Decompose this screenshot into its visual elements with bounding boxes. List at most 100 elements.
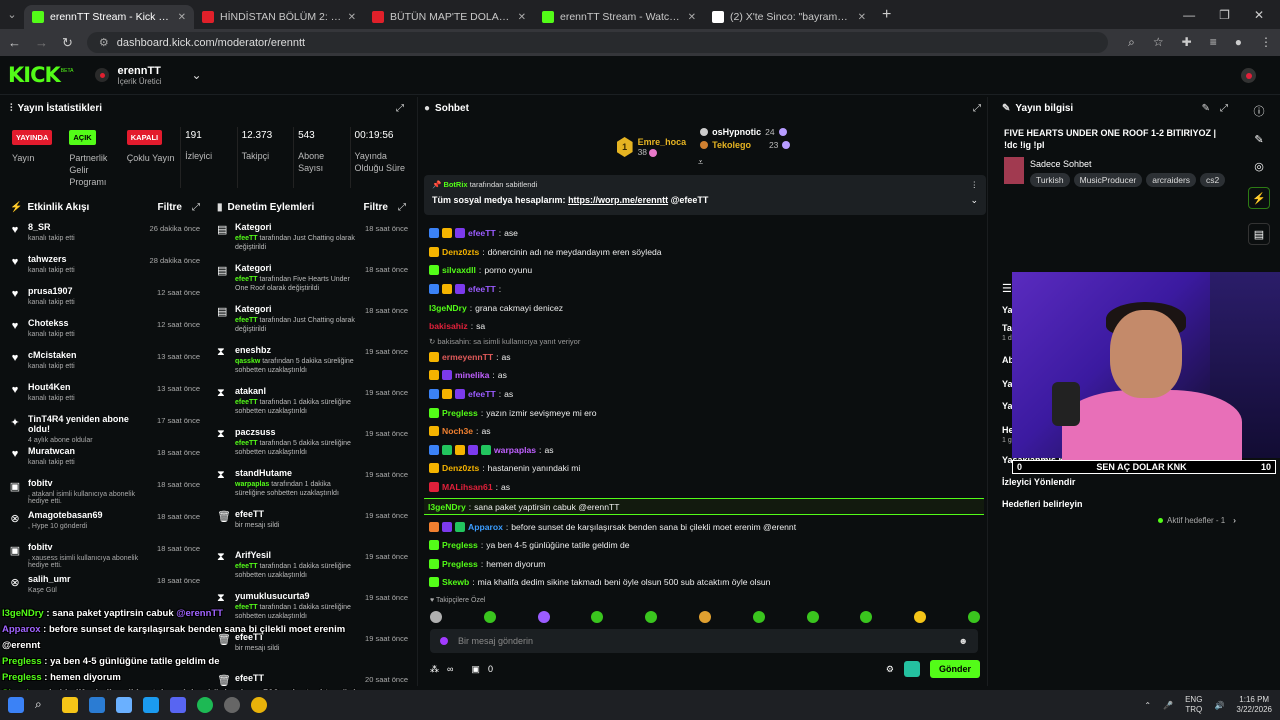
browser-menu-icon[interactable]: ⋮ xyxy=(1260,35,1272,50)
chat-message[interactable]: Noch3e: as xyxy=(424,422,984,441)
activity-item[interactable]: ▣ fobitv , atakanl isimli kullanıcıya abon… xyxy=(4,474,206,506)
chat-message[interactable]: efeeTT: xyxy=(424,280,984,299)
activity-item[interactable]: ♥ Hout4Ken kanalı takip etti 13 saat önce xyxy=(4,378,206,410)
chat-username[interactable]: Noch3e xyxy=(442,426,473,436)
moderation-item[interactable]: ⧗ ArifYesil efeeTT tarafından 1 dakika sür… xyxy=(211,546,412,587)
collapse-chevron-icon[interactable]: ⩡ xyxy=(698,157,703,168)
moderation-item[interactable]: ▤ Kategori efeeTT tarafından Just Chatting… xyxy=(211,300,412,341)
chat-message[interactable]: minelika: as xyxy=(424,366,984,385)
back-icon[interactable]: ← xyxy=(8,35,21,50)
activity-filter-button[interactable]: Filtre xyxy=(158,202,182,213)
chat-message[interactable]: Denz0zts: dönercinin adı ne meydandayım e… xyxy=(424,243,984,262)
activity-item[interactable]: ⊗ Amagotebasan69 , Hype 10 gönderdi 18 saat… xyxy=(4,506,206,538)
chat-message[interactable]: Apparox: before sunset de karşılaşırsak b… xyxy=(424,517,984,536)
expand-icon[interactable]: ⤢ xyxy=(398,202,406,213)
clock[interactable]: 1:16 PM 3/22/2026 xyxy=(1236,695,1272,716)
moderation-item[interactable]: ⧗ standHutame warpaplas tarafından 1 dakik… xyxy=(211,464,412,505)
settings-row[interactable]: Hedefleri belirleyin xyxy=(996,499,1089,509)
moderation-filter-button[interactable]: Filtre xyxy=(364,202,388,213)
extensions-icon[interactable]: ✚ xyxy=(1182,35,1192,50)
store-icon[interactable] xyxy=(89,697,105,713)
info-icon[interactable]: ⓘ xyxy=(1254,103,1265,119)
chat-username[interactable]: Pregless xyxy=(442,540,478,550)
activity-item[interactable]: ⊗ salih_umr Kaşe Gül 18 saat önce xyxy=(4,570,206,602)
top-gifter-3[interactable]: Tekolego 23 xyxy=(700,140,791,150)
emote-icon[interactable] xyxy=(860,611,873,623)
bookmark-star-icon[interactable]: ☆ xyxy=(1153,35,1164,50)
activity-item[interactable]: ♥ 8_SR kanalı takip etti 26 dakika önce xyxy=(4,218,206,250)
restore-icon[interactable]: ❐ xyxy=(1219,8,1230,22)
browser-tab[interactable]: HİNDİSTAN BÖLÜM 2: VARANASİ ✕ xyxy=(194,5,364,29)
chat-input[interactable]: Bir mesaj gönderin ☻ xyxy=(430,629,978,653)
site-info-icon[interactable]: ⚙ xyxy=(99,36,109,49)
camera-icon[interactable]: ◎ xyxy=(1254,160,1264,173)
stream-tag[interactable]: cs2 xyxy=(1200,173,1226,188)
pinned-menu-icon[interactable]: ⋮ xyxy=(971,180,979,189)
emoji-icon[interactable]: ☻ xyxy=(959,636,968,646)
clipboard-icon[interactable]: ▤ xyxy=(1248,223,1270,245)
expand-pinned-chevron-icon[interactable]: ⌄ xyxy=(970,195,978,206)
moderation-item[interactable]: ⧗ eneshbz qasskw tarafından 5 dakika sürel… xyxy=(211,341,412,382)
app-icon[interactable] xyxy=(116,697,132,713)
chat-username[interactable]: ermeyennTT xyxy=(442,352,493,362)
settings-row[interactable]: İzleyici Yönlendir xyxy=(996,477,1081,487)
category-name[interactable]: Sadece Sohbet xyxy=(1030,159,1225,169)
stream-tag[interactable]: Turkish xyxy=(1030,173,1070,188)
chat-message[interactable]: MALihsan61: as xyxy=(424,478,984,497)
emote-icon[interactable] xyxy=(645,611,658,623)
minimize-icon[interactable]: — xyxy=(1183,8,1195,22)
browser-tab[interactable]: BÜTÜN MAP'TE DOLAŞTIK! w/Kendine... ✕ xyxy=(364,5,534,29)
chat-username[interactable]: Denz0zts xyxy=(442,247,479,257)
points-icon[interactable]: ⁂ xyxy=(430,664,439,675)
chat-username[interactable]: MALihsan61 xyxy=(442,482,493,492)
activity-item[interactable]: ▣ fobitv , xausess isimli kullanıcıya abon… xyxy=(4,538,206,570)
chat-settings-icon[interactable]: ⚙ xyxy=(886,664,894,675)
chevron-down-icon[interactable]: ⌄ xyxy=(192,68,202,82)
steam-icon[interactable] xyxy=(143,697,159,713)
chat-message[interactable]: l3geNDry: grana cakmayi denicez xyxy=(424,298,984,317)
volume-icon[interactable]: 🔊 xyxy=(1214,701,1224,710)
chat-username[interactable]: l3geNDry xyxy=(428,502,466,512)
chat-message[interactable]: l3geNDry: sana paket yaptirsin cabuk @ere… xyxy=(424,498,984,516)
activity-item[interactable]: ♥ Chotekss kanalı takip etti 12 saat önce xyxy=(4,314,206,346)
file-explorer-icon[interactable] xyxy=(62,697,78,713)
edit-icon[interactable]: ✎ xyxy=(1254,133,1263,146)
tray-chevron-icon[interactable]: ⌃ xyxy=(1144,701,1151,710)
stream-tag[interactable]: arcraiders xyxy=(1146,173,1197,188)
moderation-item[interactable]: ▤ Kategori efeeTT tarafından Just Chatting… xyxy=(211,218,412,259)
emote-icon[interactable] xyxy=(698,611,711,623)
tab-close-icon[interactable]: ✕ xyxy=(178,12,186,23)
moderation-item[interactable]: 🗑 efeeTT bir mesajı sildi 19 saat önce xyxy=(211,505,412,546)
kick-logo[interactable]: KICK xyxy=(8,63,61,87)
chat-message[interactable]: silvaxdll: porno oyunu xyxy=(424,261,984,280)
reload-icon[interactable]: ↻ xyxy=(62,35,73,51)
language-indicator[interactable]: ENG TRQ xyxy=(1185,695,1202,716)
quick-emote-icon[interactable] xyxy=(903,661,920,677)
chat-username[interactable]: efeeTT xyxy=(468,284,496,294)
activity-item[interactable]: ♥ Muratwcan kanalı takip etti 18 saat önce xyxy=(4,442,206,474)
new-tab-button[interactable]: + xyxy=(882,6,891,24)
chat-username[interactable]: Pregless xyxy=(442,408,478,418)
lightning-icon[interactable]: ⚡ xyxy=(1248,187,1270,209)
chat-message[interactable]: Pregless: hemen diyorum xyxy=(424,555,984,574)
start-icon[interactable] xyxy=(8,697,24,713)
spotify-icon[interactable] xyxy=(197,697,213,713)
channel-switcher[interactable]: erennTT İçerik Üretici ⌄ xyxy=(95,65,202,86)
emote-icon[interactable] xyxy=(537,611,550,623)
chat-username[interactable]: Skewb xyxy=(442,577,469,587)
chat-username[interactable]: efeeTT xyxy=(468,228,496,238)
obs-icon[interactable] xyxy=(224,697,240,713)
expand-icon[interactable]: ⤢ xyxy=(396,103,404,114)
chrome-icon[interactable] xyxy=(251,697,267,713)
send-button[interactable]: Gönder xyxy=(929,660,980,678)
emote-icon[interactable] xyxy=(967,611,980,623)
search-icon[interactable]: ⌕ xyxy=(35,697,51,713)
discord-icon[interactable] xyxy=(170,697,186,713)
pinned-link[interactable]: https://worp.me/erenntt xyxy=(568,195,668,205)
browser-tab[interactable]: (2) X'te Sinco: "bayramda 5tl harçlık...… xyxy=(704,5,874,29)
url-field[interactable]: ⚙ dashboard.kick.com/moderator/erenntt xyxy=(86,32,1109,53)
chat-message-list[interactable]: efeeTT: ase Denz0zts: dönercinin adı ne mey… xyxy=(424,224,984,594)
forward-icon[interactable]: → xyxy=(35,35,48,50)
tab-close-icon[interactable]: ✕ xyxy=(518,12,526,23)
chat-username[interactable]: Apparox xyxy=(468,522,503,532)
